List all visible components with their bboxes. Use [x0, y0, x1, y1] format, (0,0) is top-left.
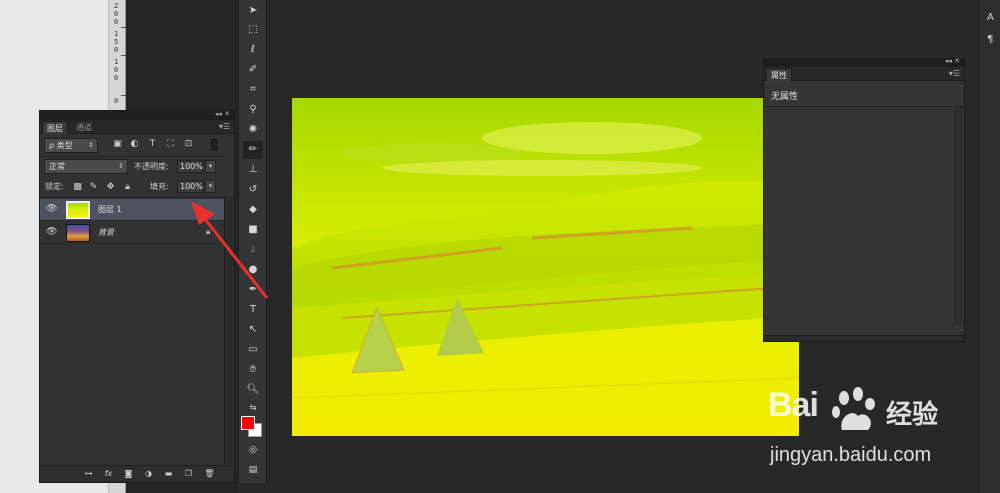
eyedropper-tool-icon[interactable]: ⚲ — [243, 101, 263, 119]
properties-tab-bar: 属性 ▾☰ — [764, 67, 964, 81]
image-filter-icon[interactable]: ▣ — [112, 139, 123, 150]
shape-tool-icon[interactable]: ▭ — [243, 341, 263, 359]
properties-scrollbar[interactable] — [954, 107, 962, 325]
layers-bottom-bar: ⊶ fx ◙ ◑ ▬ ❐ 🗑︎ — [40, 465, 234, 482]
link-icon[interactable]: ⊶ — [82, 468, 95, 480]
document-canvas[interactable] — [292, 98, 799, 436]
mask-icon[interactable]: ◙ — [122, 468, 135, 480]
hand-tool-icon[interactable]: ✋︎ — [243, 361, 263, 379]
move-tool-icon[interactable]: ➤ — [243, 2, 263, 20]
lock-transparent-icon[interactable]: ▩ — [72, 182, 83, 193]
canvas-image — [292, 98, 799, 436]
quick-mask-icon[interactable]: ◎ — [243, 441, 263, 459]
panel-menu-icon[interactable]: ▾☰ — [949, 69, 960, 78]
paw-icon — [832, 387, 875, 430]
lock-all-icon[interactable]: 🔒︎ — [122, 182, 133, 193]
ruler-number: 100 — [114, 58, 119, 82]
ruler-number: 0 — [114, 97, 119, 105]
trash-icon[interactable]: 🗑︎ — [203, 468, 216, 480]
tab-properties[interactable]: 属性 — [766, 68, 792, 81]
crop-tool-icon[interactable]: ⌗ — [243, 81, 263, 99]
group-icon[interactable]: ▬ — [162, 468, 175, 480]
character-panel-icon[interactable]: A — [987, 12, 994, 23]
lasso-tool-icon[interactable]: ℓ — [243, 41, 263, 59]
layer-thumbnail[interactable] — [66, 201, 90, 219]
path-select-tool-icon[interactable]: ↖ — [243, 321, 263, 339]
type-filter-icon[interactable]: T — [147, 139, 158, 150]
opacity-dropdown[interactable]: ▾ — [205, 160, 216, 173]
right-dock: A ¶ — [978, 0, 1000, 493]
filter-type-label: ρ 类型 — [49, 141, 73, 150]
watermark-url: jingyan.baidu.com — [770, 444, 932, 466]
filter-row: ρ 类型 ⇕ ▣ ◐ T ⛶ ⊡ — [40, 135, 234, 155]
foreground-color-swatch[interactable] — [241, 416, 255, 430]
layer-thumbnail[interactable] — [66, 224, 90, 242]
blend-mode-select[interactable]: 正常 ⇕ — [44, 159, 128, 174]
paragraph-panel-icon[interactable]: ¶ — [987, 34, 993, 45]
layer-name[interactable]: 背景 — [98, 226, 114, 239]
annotation-arrow — [191, 201, 269, 299]
layer-name[interactable]: 图层 1 — [98, 203, 122, 216]
adjustment-filter-icon[interactable]: ◐ — [129, 139, 140, 150]
fx-icon[interactable]: fx — [102, 468, 115, 480]
watermark-logo-cn: 经验 — [886, 400, 939, 430]
lock-paint-icon[interactable]: ✎ — [88, 182, 99, 193]
screen-mode-icon[interactable]: ▤ — [243, 461, 263, 479]
smart-object-filter-icon[interactable]: ⊡ — [183, 139, 194, 150]
panel-titlebar[interactable]: ◂◂ ✕ — [764, 57, 964, 67]
fill-input[interactable]: 100% — [177, 180, 203, 193]
ruler-number: 150 — [114, 30, 119, 54]
filter-toggle[interactable] — [211, 139, 217, 150]
fill-dropdown[interactable]: ▾ — [205, 180, 216, 193]
properties-bottom-bar — [764, 335, 964, 341]
opacity-input[interactable]: 100% — [177, 160, 203, 173]
tab-channels[interactable]: 通道 — [72, 121, 96, 134]
fill-label: 填充: — [150, 182, 169, 191]
tab-layers[interactable]: 图层 — [42, 121, 68, 134]
filter-type-select[interactable]: ρ 类型 ⇕ — [44, 138, 98, 153]
baidu-watermark: Bai 经验 jingyan.baidu.com — [768, 386, 948, 476]
swap-colors-icon[interactable]: ⇆ — [243, 399, 263, 417]
blend-mode-value: 正常 — [49, 162, 65, 171]
properties-panel: ◂◂ ✕ 属性 ▾☰ 无属性 — [763, 57, 965, 342]
opacity-label: 不透明度: — [134, 162, 169, 171]
lock-position-icon[interactable]: ✥ — [105, 182, 116, 193]
collapse-icon[interactable]: ◂◂ ✕ — [945, 57, 960, 65]
adjustment-icon[interactable]: ◑ — [142, 468, 155, 480]
quick-select-tool-icon[interactable]: ✐ — [243, 61, 263, 79]
panel-titlebar[interactable]: ◂◂ ✕ — [40, 110, 234, 120]
shape-filter-icon[interactable]: ⛶ — [165, 139, 176, 150]
marquee-tool-icon[interactable]: ⬚ — [243, 21, 263, 39]
blend-row: 正常 ⇕ 不透明度: 100% ▾ — [40, 157, 234, 177]
stamp-tool-icon[interactable]: ⊥ — [243, 161, 263, 179]
collapse-icon[interactable]: ◂◂ ✕ — [215, 110, 230, 118]
layers-tab-bar: 图层 通道 ▾☰ — [40, 120, 234, 134]
lock-label: 锁定: — [45, 182, 64, 191]
visibility-eye-icon[interactable]: 👁︎ — [46, 228, 57, 237]
healing-tool-icon[interactable]: ✺ — [243, 121, 263, 139]
panel-menu-icon[interactable]: ▾☰ — [219, 122, 230, 131]
new-layer-icon[interactable]: ❐ — [182, 468, 195, 480]
visibility-eye-icon[interactable]: 👁︎ — [46, 205, 57, 214]
brush-tool-icon[interactable]: ✏ — [243, 141, 263, 159]
properties-content: 无属性 — [771, 92, 799, 102]
watermark-logo-text: Bai — [768, 386, 819, 424]
zoom-tool-icon[interactable]: 🔍︎ — [243, 381, 263, 399]
lock-row: 锁定: ▩ ✎ ✥ 🔒︎ 填充: 100% ▾ — [40, 177, 234, 197]
ruler-number: 200 — [114, 2, 119, 26]
